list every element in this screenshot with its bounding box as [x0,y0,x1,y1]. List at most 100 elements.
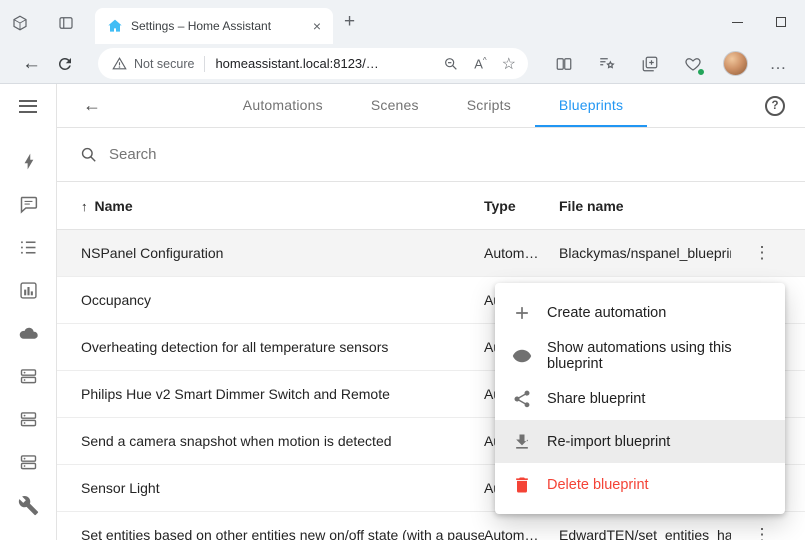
server-icon [18,452,39,473]
sidebar-menu-button[interactable] [19,84,37,128]
column-file-name[interactable]: File name [559,198,731,214]
profile-avatar [723,51,748,76]
sort-asc-icon: ↑ [81,199,88,214]
table-header: ↑Name Type File name [57,182,805,230]
eye-icon [510,346,534,366]
collections-icon [641,55,659,73]
bar-chart-icon [18,280,39,301]
row-name: Set entities based on other entities new… [81,527,484,540]
tab-scripts[interactable]: Scripts [443,84,535,127]
search-icon [79,145,98,164]
not-secure-label[interactable]: Not secure [134,57,194,71]
row-name: Occupancy [81,292,484,308]
favorite-star-icon[interactable]: ☆ [502,54,516,74]
sidebar-item-energy[interactable] [0,140,56,183]
read-aloud-icon[interactable]: A^ [474,56,486,71]
wrench-icon [18,495,39,516]
browser-back-button[interactable]: ← [22,54,38,73]
row-name: Sensor Light [81,480,484,496]
help-button[interactable]: ? [765,96,785,116]
sidebar-item-cloud[interactable] [0,312,56,355]
row-type: Autom… [484,245,559,261]
ha-back-button[interactable]: ← [83,95,101,116]
row-menu-button[interactable]: ⋮ [731,243,793,263]
favorites-hub-icon [598,55,616,73]
message-icon [18,194,39,215]
table-row[interactable]: NSPanel Configuration Autom… Blackymas/n… [57,230,805,277]
blueprint-context-menu: Create automation Show automations using… [495,283,785,514]
window-minimize-button[interactable] [714,0,760,44]
browser-titlebar: Settings – Home Assistant × + [0,0,805,44]
maximize-icon [776,17,786,27]
tab-scenes[interactable]: Scenes [347,84,443,127]
favorites-hub-button[interactable] [585,44,628,84]
list-icon [18,237,39,258]
collections-button[interactable] [628,44,671,84]
plus-icon [510,303,534,323]
ha-header: ← Automations Scenes Scripts Blueprints … [57,84,805,128]
browser-menu-button[interactable]: … [757,44,800,84]
download-icon [510,432,534,452]
row-name: Overheating detection for all temperatur… [81,339,484,355]
ha-tab-bar: Automations Scenes Scripts Blueprints [101,84,765,127]
new-tab-button[interactable]: + [344,11,355,33]
sidebar-item-addon-1[interactable] [0,355,56,398]
server-icon [18,366,39,387]
address-bar[interactable]: Not secure homeassistant.local:8123/… A^… [98,48,528,79]
share-icon [510,389,534,409]
trash-icon [510,475,534,495]
lightning-bolt-icon [18,151,39,172]
zoom-out-icon[interactable] [442,55,459,72]
column-type[interactable]: Type [484,198,559,214]
address-divider [204,56,205,72]
menu-item-create-automation[interactable]: Create automation [495,291,785,334]
browser-essentials-button[interactable] [671,44,714,84]
profile-button[interactable] [714,44,757,84]
row-type: Autom… [484,527,559,540]
tab-automations[interactable]: Automations [219,84,347,127]
tab-close-icon[interactable]: × [311,18,323,34]
minimize-icon [732,22,743,23]
menu-item-show-automations[interactable]: Show automations using this blueprint [495,334,785,377]
sidebar-item-history[interactable] [0,269,56,312]
search-bar [57,128,805,182]
table-row[interactable]: Set entities based on other entities new… [57,512,805,540]
window-maximize-button[interactable] [758,0,804,44]
menu-item-delete-blueprint[interactable]: Delete blueprint [495,463,785,506]
sidebar-item-addon-3[interactable] [0,441,56,484]
browser-navbar: ← Not secure homeassistant.local:8123/… … [0,44,805,84]
tab-blueprints[interactable]: Blueprints [535,84,647,127]
sidebar-item-logbook[interactable] [0,226,56,269]
sidebar [0,84,57,540]
home-assistant-logo-icon [107,18,123,34]
sidebar-item-addon-2[interactable] [0,398,56,441]
server-icon [18,409,39,430]
sidebar-item-media[interactable] [0,183,56,226]
more-icon: … [770,54,788,74]
browser-tab[interactable]: Settings – Home Assistant × [95,8,333,44]
row-name: Philips Hue v2 Smart Dimmer Switch and R… [81,386,484,402]
kebab-icon: ⋮ [754,525,771,540]
cloud-icon [18,323,39,344]
split-screen-icon [555,55,573,73]
split-screen-button[interactable] [542,44,585,84]
menu-item-reimport-blueprint[interactable]: Re-import blueprint [495,420,785,463]
refresh-icon [56,55,74,73]
browser-window: Settings – Home Assistant × + ← Not secu… [0,0,805,540]
menu-item-share-blueprint[interactable]: Share blueprint [495,377,785,420]
row-file: Blackymas/nspanel_blueprin… [559,245,731,261]
row-name: Send a camera snapshot when motion is de… [81,433,484,449]
row-file: EdwardTEN/set_entities_has… [559,527,731,540]
tab-actions-icon[interactable] [57,14,75,32]
url-text[interactable]: homeassistant.local:8123/… [215,56,378,71]
tab-title: Settings – Home Assistant [131,19,303,33]
not-secure-warning-icon [112,56,127,71]
workspaces-icon[interactable] [11,14,29,32]
sidebar-item-tools[interactable] [0,484,56,527]
kebab-icon: ⋮ [754,243,771,263]
row-name: NSPanel Configuration [81,245,484,261]
refresh-button[interactable] [56,55,74,73]
row-menu-button[interactable]: ⋮ [731,525,793,540]
search-input[interactable] [109,146,805,163]
column-name[interactable]: ↑Name [81,198,484,214]
